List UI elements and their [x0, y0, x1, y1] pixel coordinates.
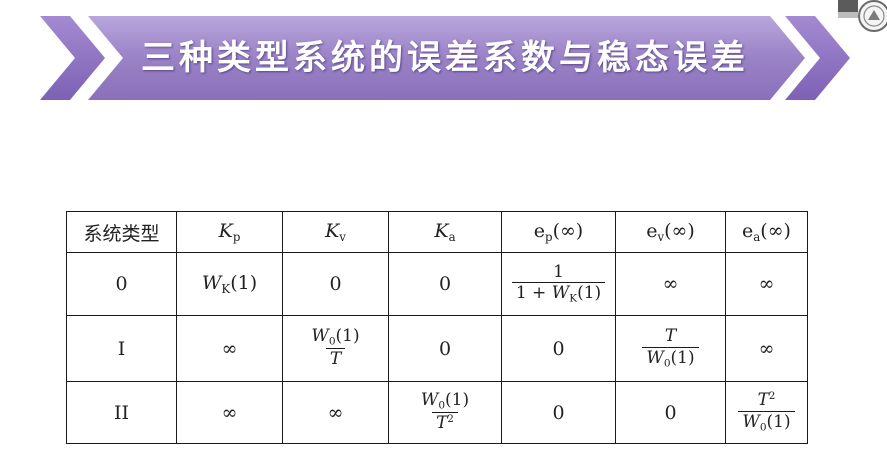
- header-ev: ev(∞): [615, 211, 726, 253]
- cell-ka: W0(1) T2: [388, 381, 502, 444]
- cell-ev: 0: [615, 381, 726, 444]
- cell-ka: 0: [388, 315, 502, 382]
- cell-type: 0: [66, 252, 177, 316]
- cell-ea: ∞: [725, 315, 808, 382]
- fraction: T2 W0(1): [738, 391, 795, 434]
- error-coefficient-table: 系统类型 Kp Kv Ka ep(∞) ev(∞) ea(∞) 0 WK(1) …: [66, 211, 808, 444]
- cell-ea: ∞: [725, 252, 808, 316]
- header-ep: ep(∞): [501, 211, 616, 253]
- fraction: 1 1 + WK(1): [511, 262, 606, 305]
- cell-type: II: [66, 381, 177, 444]
- cell-ev: ∞: [615, 252, 726, 316]
- fraction: T W0(1): [642, 327, 699, 370]
- table-row: II ∞ ∞ W0(1) T2 0 0 T2 W0(1): [66, 381, 808, 444]
- cell-ev: T W0(1): [615, 315, 726, 382]
- cell-kv: W0(1) T: [282, 315, 389, 382]
- table-row: I ∞ W0(1) T 0 0 T W0(1) ∞: [66, 315, 808, 382]
- cell-kv: ∞: [282, 381, 389, 444]
- slide-title: 三种类型系统的误差系数与稳态误差: [141, 37, 749, 78]
- cell-ep: 1 1 + WK(1): [501, 252, 616, 316]
- table-header-row: 系统类型 Kp Kv Ka ep(∞) ev(∞) ea(∞): [66, 211, 808, 253]
- header-system-type: 系统类型: [66, 211, 177, 253]
- table-row: 0 WK(1) 0 0 1 1 + WK(1) ∞ ∞: [66, 252, 808, 316]
- fraction: W0(1) T: [311, 326, 360, 370]
- left-chevron-icon: [40, 16, 105, 100]
- cell-ep: 0: [501, 315, 616, 382]
- university-logo-icon: [838, 0, 887, 32]
- cell-ka: 0: [388, 252, 502, 316]
- cell-ep: 0: [501, 381, 616, 444]
- cell-kp: ∞: [176, 381, 283, 444]
- header-kp: Kp: [176, 211, 283, 253]
- cell-kv: 0: [282, 252, 389, 316]
- header-ea: ea(∞): [725, 211, 808, 253]
- header-kv: Kv: [282, 211, 389, 253]
- cell-ea: T2 W0(1): [725, 381, 808, 444]
- cell-kp: ∞: [176, 315, 283, 382]
- cell-type: I: [66, 315, 177, 382]
- header-ka: Ka: [388, 211, 502, 253]
- cell-kp: WK(1): [176, 252, 283, 316]
- fraction: W0(1) T2: [420, 390, 470, 434]
